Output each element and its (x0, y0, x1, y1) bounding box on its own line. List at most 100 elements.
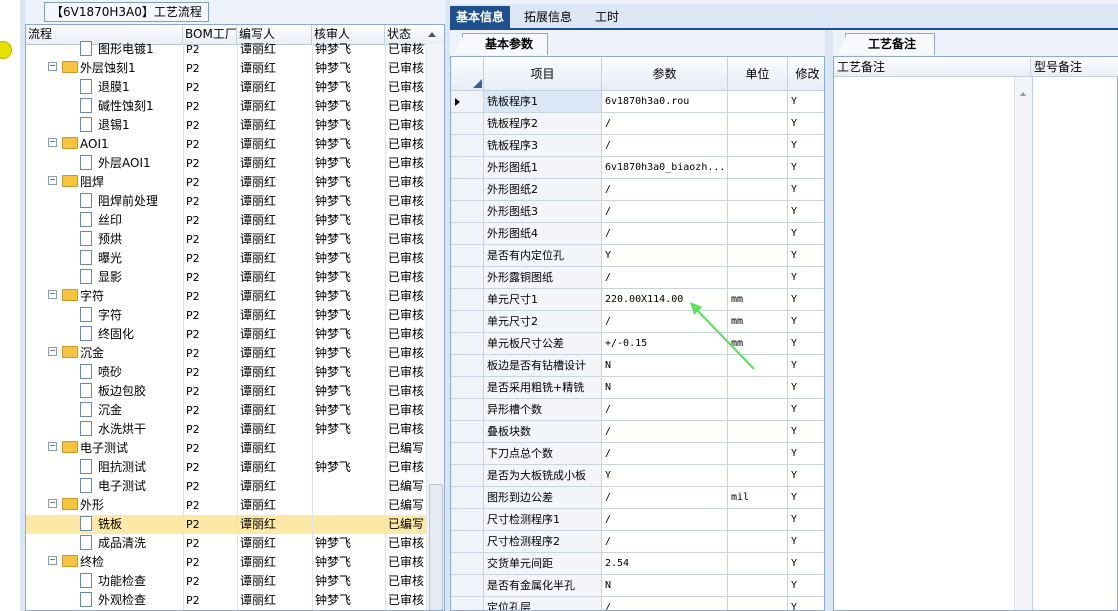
row-header[interactable] (451, 91, 484, 113)
grid-cell-unit[interactable] (728, 421, 788, 443)
grid-cell-mod[interactable]: Y (788, 201, 824, 223)
row-header[interactable] (451, 135, 484, 157)
row-header[interactable] (451, 597, 484, 610)
tree-row[interactable]: 沉金 P2 谭丽红 钟梦飞 已审核 (26, 401, 426, 420)
tree-row[interactable]: 功能检查 P2 谭丽红 钟梦飞 已审核 (26, 572, 426, 591)
grid-row[interactable]: 异形槽个数 / Y (451, 399, 824, 421)
grid-cell-mod[interactable]: Y (788, 553, 824, 575)
grid-cell-unit[interactable] (728, 135, 788, 157)
grid-row[interactable]: 外形图纸4/ Y (451, 223, 824, 245)
grid-cell-param[interactable]: / (602, 597, 728, 610)
grid-cell-param[interactable]: / (602, 113, 728, 135)
grid-cell-mod[interactable]: Y (788, 157, 824, 179)
row-header[interactable] (451, 487, 484, 509)
remark-panel[interactable]: 工艺备注 型号备注 (833, 56, 1118, 611)
grid-row[interactable]: 定位孔层 / Y (451, 597, 824, 610)
scroll-up-icon[interactable] (1015, 87, 1032, 101)
tree-row[interactable]: 外观检查 P2 谭丽红 钟梦飞 已审核 (26, 591, 426, 610)
grid-cell-unit[interactable] (728, 223, 788, 245)
collapse-toggle-icon[interactable]: − (48, 442, 57, 451)
grid-row[interactable]: 铣板程序3/ Y (451, 135, 824, 157)
row-header[interactable] (451, 311, 484, 333)
tree-row[interactable]: 电子测试 P2 谭丽红 已编写 (26, 477, 426, 496)
col-header-process-remark[interactable]: 工艺备注 (834, 57, 1031, 77)
grid-cell-unit[interactable] (728, 267, 788, 289)
collapse-toggle-icon[interactable]: − (48, 499, 57, 508)
grid-cell-mod[interactable]: Y (788, 377, 824, 399)
tree-row[interactable]: 阻焊前处理 P2 谭丽红 钟梦飞 已审核 (26, 192, 426, 211)
tree-row[interactable]: 铣板 P2 谭丽红 已编写 (26, 515, 426, 534)
grid-row[interactable]: 是否采用粗铣+精铣 N Y (451, 377, 824, 399)
tab-work-hours[interactable]: 工时 (589, 6, 625, 28)
tree-row[interactable]: − 外层蚀刻1 P2 谭丽红 钟梦飞 已审核 (26, 59, 426, 78)
collapse-toggle-icon[interactable]: − (48, 62, 57, 71)
grid-cell-mod[interactable]: Y (788, 355, 824, 377)
row-header[interactable] (451, 201, 484, 223)
sort-arrow-icon[interactable] (428, 32, 436, 37)
tree-row[interactable]: 阻抗测试 P2 谭丽红 钟梦飞 已审核 (26, 458, 426, 477)
grid-cell-mod[interactable]: Y (788, 223, 824, 245)
grid-cell-mod[interactable]: Y (788, 597, 824, 610)
row-header[interactable] (451, 531, 484, 553)
tree-row[interactable]: 图形电镀1 P2 谭丽红 钟梦飞 已审核 (26, 40, 426, 59)
grid-cell-unit[interactable] (728, 509, 788, 531)
grid-cell-mod[interactable]: Y (788, 509, 824, 531)
grid-cell-param[interactable]: / (602, 487, 728, 509)
row-header[interactable] (451, 333, 484, 355)
tree-row[interactable]: 曝光 P2 谭丽红 钟梦飞 已审核 (26, 249, 426, 268)
tree-row[interactable]: − 阻焊 P2 谭丽红 钟梦飞 已审核 (26, 173, 426, 192)
tree-row[interactable]: 丝印 P2 谭丽红 钟梦飞 已审核 (26, 211, 426, 230)
row-header[interactable] (451, 157, 484, 179)
grid-cell-mod[interactable]: Y (788, 443, 824, 465)
grid-cell-unit[interactable] (728, 179, 788, 201)
grid-cell-unit[interactable] (728, 399, 788, 421)
tree-row[interactable]: 碱性蚀刻1 P2 谭丽红 钟梦飞 已审核 (26, 97, 426, 116)
grid-row[interactable]: 是否为大板铣成小板 Y Y (451, 465, 824, 487)
tree-row[interactable]: − AOI1 P2 谭丽红 钟梦飞 已审核 (26, 135, 426, 154)
tree-row[interactable]: 水洗烘干 P2 谭丽红 钟梦飞 已审核 (26, 420, 426, 439)
grid-row[interactable]: 单元板尺寸公差 +/-0.15 mm Y (451, 333, 824, 355)
tree-scroll-thumb[interactable] (429, 484, 443, 610)
grid-cell-mod[interactable]: Y (788, 267, 824, 289)
grid-cell-param[interactable]: / (602, 443, 728, 465)
basic-params-grid[interactable]: 项目 参数 单位 修改 铣板程序1 6v1870h3a0.rou Y 铣板程序2/Y 铣… (450, 56, 825, 611)
row-header[interactable] (451, 399, 484, 421)
grid-cell-mod[interactable]: Y (788, 421, 824, 443)
grid-row[interactable]: 是否有内定位孔 Y Y (451, 245, 824, 267)
row-header[interactable] (451, 245, 484, 267)
collapse-toggle-icon[interactable]: − (48, 176, 57, 185)
tree-row[interactable]: − 电子测试 P2 谭丽红 已编写 (26, 439, 426, 458)
tab-extended-info[interactable]: 拓展信息 (518, 6, 578, 28)
grid-cell-mod[interactable]: Y (788, 311, 824, 333)
grid-cell-param[interactable]: / (602, 179, 728, 201)
grid-cell-param[interactable]: Y (602, 465, 728, 487)
tree-row[interactable]: 终固化 P2 谭丽红 钟梦飞 已审核 (26, 325, 426, 344)
row-header[interactable] (451, 223, 484, 245)
grid-cell-unit[interactable] (728, 597, 788, 610)
grid-row[interactable]: 尺寸检测程序2/ Y (451, 531, 824, 553)
grid-row[interactable]: 铣板程序1 6v1870h3a0.rou Y (451, 91, 824, 113)
row-header[interactable] (451, 377, 484, 399)
grid-cell-unit[interactable] (728, 575, 788, 597)
grid-row[interactable]: 外形露铜图纸 / Y (451, 267, 824, 289)
grid-cell-mod[interactable]: Y (788, 91, 824, 113)
collapse-toggle-icon[interactable]: − (48, 347, 57, 356)
col-header-model-remark[interactable]: 型号备注 (1031, 57, 1118, 77)
grid-cell-param[interactable]: / (602, 201, 728, 223)
grid-cell-unit[interactable] (728, 201, 788, 223)
tree-row[interactable]: 板边包胶 P2 谭丽红 钟梦飞 已审核 (26, 382, 426, 401)
grid-cell-param[interactable]: 2.54 (602, 553, 728, 575)
grid-cell-mod[interactable]: Y (788, 487, 824, 509)
grid-cell-param[interactable]: Y (602, 245, 728, 267)
grid-cell-param[interactable]: / (602, 135, 728, 157)
row-header[interactable] (451, 267, 484, 289)
splitter-right[interactable] (825, 30, 833, 611)
grid-cell-unit[interactable] (728, 553, 788, 575)
tree-row[interactable]: − 字符 P2 谭丽红 钟梦飞 已审核 (26, 287, 426, 306)
tab-basic-info[interactable]: 基本信息 (450, 6, 511, 28)
tree-row[interactable]: − 沉金 P2 谭丽红 钟梦飞 已审核 (26, 344, 426, 363)
grid-cell-param[interactable]: N (602, 377, 728, 399)
row-header[interactable] (451, 421, 484, 443)
col-header-item[interactable]: 项目 (484, 57, 602, 91)
grid-cell-mod[interactable]: Y (788, 113, 824, 135)
